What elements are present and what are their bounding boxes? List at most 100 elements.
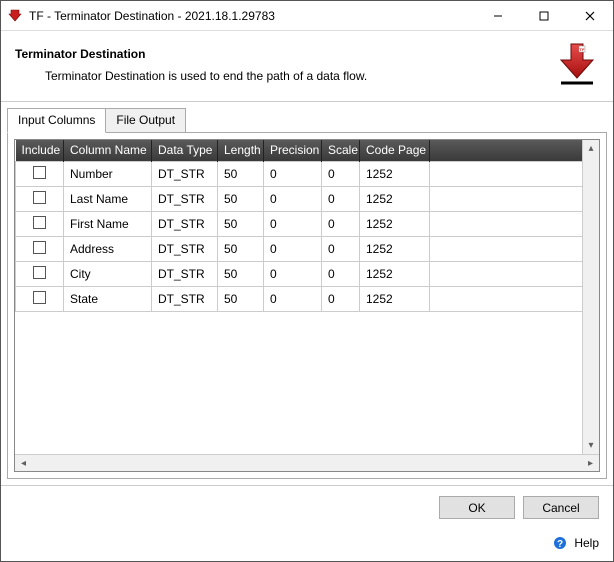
cell-precision[interactable]: 0 xyxy=(264,287,322,312)
svg-text:?: ? xyxy=(557,539,563,550)
cell-dtype[interactable]: DT_STR xyxy=(152,287,218,312)
minimize-button[interactable] xyxy=(475,1,521,30)
cell-spacer xyxy=(430,237,599,262)
help-link[interactable]: Help xyxy=(574,536,599,550)
cell-scale[interactable]: 0 xyxy=(322,287,360,312)
cell-name[interactable]: Last Name xyxy=(64,187,152,212)
hscroll-track[interactable] xyxy=(32,455,582,471)
checkbox-icon[interactable] xyxy=(33,241,46,254)
cell-dtype[interactable]: DT_STR xyxy=(152,212,218,237)
footer-buttons: OK Cancel xyxy=(1,485,613,529)
cell-length[interactable]: 50 xyxy=(218,287,264,312)
cell-dtype[interactable]: DT_STR xyxy=(152,262,218,287)
table-row[interactable]: CityDT_STR50001252 xyxy=(16,262,599,287)
titlebar: TF - Terminator Destination - 2021.18.1.… xyxy=(1,1,613,31)
table-row[interactable]: NumberDT_STR50001252 xyxy=(16,162,599,187)
tab-file-output[interactable]: File Output xyxy=(105,108,186,133)
cell-codepage[interactable]: 1252 xyxy=(360,287,430,312)
cell-spacer xyxy=(430,262,599,287)
cell-codepage[interactable]: 1252 xyxy=(360,212,430,237)
checkbox-icon[interactable] xyxy=(33,291,46,304)
cell-name[interactable]: First Name xyxy=(64,212,152,237)
checkbox-icon[interactable] xyxy=(33,266,46,279)
cancel-button[interactable]: Cancel xyxy=(523,496,599,519)
cell-name[interactable]: City xyxy=(64,262,152,287)
cell-length[interactable]: 50 xyxy=(218,237,264,262)
cell-precision[interactable]: 0 xyxy=(264,187,322,212)
cell-dtype[interactable]: DT_STR xyxy=(152,162,218,187)
cell-dtype[interactable]: DT_STR xyxy=(152,237,218,262)
vertical-scrollbar[interactable]: ▴ ▾ xyxy=(582,140,599,454)
scroll-down-icon[interactable]: ▾ xyxy=(583,437,599,454)
cell-spacer xyxy=(430,212,599,237)
cell-include[interactable] xyxy=(16,212,64,237)
grid-header: Include Column Name Data Type Length Pre… xyxy=(16,140,599,162)
table-row[interactable]: AddressDT_STR50001252 xyxy=(16,237,599,262)
cell-dtype[interactable]: DT_STR xyxy=(152,187,218,212)
cell-name[interactable]: State xyxy=(64,287,152,312)
cell-include[interactable] xyxy=(16,287,64,312)
cell-length[interactable]: 50 xyxy=(218,162,264,187)
cell-spacer xyxy=(430,287,599,312)
cell-scale[interactable]: 0 xyxy=(322,237,360,262)
ok-button[interactable]: OK xyxy=(439,496,515,519)
grid-scroll: Include Column Name Data Type Length Pre… xyxy=(15,140,599,454)
cell-length[interactable]: 50 xyxy=(218,187,264,212)
svg-text:TF: TF xyxy=(580,47,585,52)
grid: Include Column Name Data Type Length Pre… xyxy=(14,139,600,472)
help-icon[interactable]: ? xyxy=(552,535,568,551)
window: TF - Terminator Destination - 2021.18.1.… xyxy=(0,0,614,562)
cell-codepage[interactable]: 1252 xyxy=(360,187,430,212)
col-length[interactable]: Length xyxy=(218,140,264,162)
checkbox-icon[interactable] xyxy=(33,216,46,229)
col-name[interactable]: Column Name xyxy=(64,140,152,162)
checkbox-icon[interactable] xyxy=(33,191,46,204)
close-button[interactable] xyxy=(567,1,613,30)
col-codepage[interactable]: Code Page xyxy=(360,140,430,162)
col-scale[interactable]: Scale xyxy=(322,140,360,162)
cell-length[interactable]: 50 xyxy=(218,262,264,287)
cell-name[interactable]: Address xyxy=(64,237,152,262)
tab-input-columns[interactable]: Input Columns xyxy=(7,108,106,133)
table-row[interactable]: StateDT_STR50001252 xyxy=(16,287,599,312)
cell-scale[interactable]: 0 xyxy=(322,262,360,287)
cell-length[interactable]: 50 xyxy=(218,212,264,237)
cell-include[interactable] xyxy=(16,187,64,212)
terminator-icon: TF xyxy=(555,41,599,87)
checkbox-icon[interactable] xyxy=(33,166,46,179)
window-title: TF - Terminator Destination - 2021.18.1.… xyxy=(29,9,475,23)
page-title: Terminator Destination xyxy=(15,41,555,61)
table-row[interactable]: Last NameDT_STR50001252 xyxy=(16,187,599,212)
footer-help: ? Help xyxy=(1,529,613,561)
col-precision[interactable]: Precision xyxy=(264,140,322,162)
scroll-left-icon[interactable]: ◂ xyxy=(15,455,32,471)
cell-precision[interactable]: 0 xyxy=(264,262,322,287)
cell-include[interactable] xyxy=(16,237,64,262)
tab-bar: Input Columns File Output xyxy=(1,102,613,133)
cell-codepage[interactable]: 1252 xyxy=(360,237,430,262)
cell-codepage[interactable]: 1252 xyxy=(360,262,430,287)
cell-precision[interactable]: 0 xyxy=(264,237,322,262)
grid-body: NumberDT_STR50001252Last NameDT_STR50001… xyxy=(16,162,599,312)
app-icon xyxy=(7,8,23,24)
cell-spacer xyxy=(430,162,599,187)
cell-precision[interactable]: 0 xyxy=(264,212,322,237)
cell-scale[interactable]: 0 xyxy=(322,162,360,187)
cell-include[interactable] xyxy=(16,162,64,187)
cell-include[interactable] xyxy=(16,262,64,287)
cell-name[interactable]: Number xyxy=(64,162,152,187)
cell-precision[interactable]: 0 xyxy=(264,162,322,187)
cell-scale[interactable]: 0 xyxy=(322,187,360,212)
col-dtype[interactable]: Data Type xyxy=(152,140,218,162)
col-include[interactable]: Include xyxy=(16,140,64,162)
header: Terminator Destination Terminator Destin… xyxy=(1,31,613,101)
table-row[interactable]: First NameDT_STR50001252 xyxy=(16,212,599,237)
cell-codepage[interactable]: 1252 xyxy=(360,162,430,187)
horizontal-scrollbar[interactable]: ◂ ▸ xyxy=(15,454,599,471)
cell-spacer xyxy=(430,187,599,212)
cell-scale[interactable]: 0 xyxy=(322,212,360,237)
maximize-button[interactable] xyxy=(521,1,567,30)
scroll-up-icon[interactable]: ▴ xyxy=(583,140,599,157)
page-description: Terminator Destination is used to end th… xyxy=(45,69,555,83)
scroll-right-icon[interactable]: ▸ xyxy=(582,455,599,471)
